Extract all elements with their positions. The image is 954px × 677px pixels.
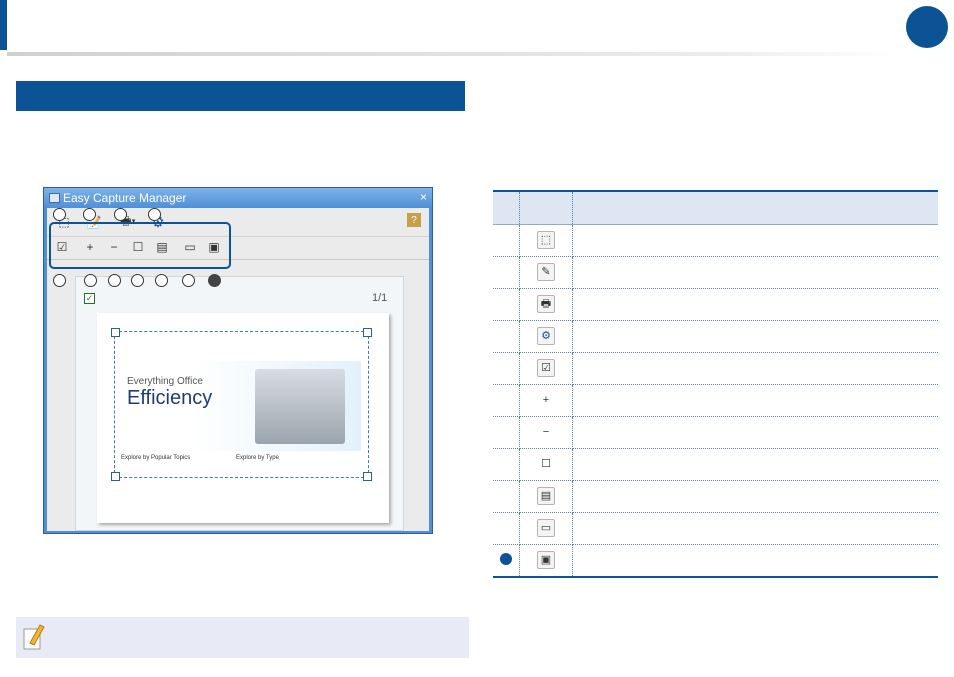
table-row: ✎	[493, 256, 938, 289]
toolbar-highlight-frame	[49, 222, 231, 269]
captured-page-preview: Everything Office Efficiency Explore by …	[97, 313, 389, 523]
resize-handle[interactable]	[111, 328, 120, 337]
save-icon: ▣	[537, 551, 555, 570]
callout-marker	[53, 208, 66, 221]
table-header-cell	[519, 190, 573, 225]
fit-page-icon: ☐	[541, 458, 551, 471]
window-titlebar[interactable]: Easy Capture Manager ×	[44, 188, 432, 208]
table-row: ▭	[493, 512, 938, 545]
table-row: ☑	[493, 352, 938, 385]
table-row: ⚙	[493, 320, 938, 353]
header-rule	[7, 52, 897, 56]
page-setup-icon: ▤	[537, 487, 555, 506]
callout-marker	[114, 208, 127, 221]
preview-canvas: ✓ 1/1 Everything Office Efficiency Explo…	[75, 276, 404, 531]
settings-gear-icon: ⚙	[537, 327, 555, 346]
table-header-cell	[493, 190, 520, 225]
table-row: ⬚	[493, 224, 938, 257]
resize-handle[interactable]	[363, 472, 372, 481]
row-marker-dot	[500, 552, 512, 565]
window-title: Easy Capture Manager	[63, 191, 187, 205]
zoom-in-icon: +	[542, 394, 550, 407]
callout-marker	[83, 208, 96, 221]
page-counter: 1/1	[372, 292, 388, 304]
note-box	[16, 617, 469, 658]
capture-selection-box[interactable]	[111, 328, 372, 481]
callout-marker	[53, 274, 66, 287]
open-folder-icon: ▭	[537, 519, 555, 538]
capture-area-icon: ⬚	[537, 231, 555, 250]
note-pencil-icon	[23, 624, 45, 650]
table-row: ▣	[493, 544, 938, 578]
resize-handle[interactable]	[111, 472, 120, 481]
callout-marker	[108, 274, 121, 287]
table-row: 🖶	[493, 288, 938, 321]
table-header-row	[493, 190, 938, 225]
app-icon	[49, 193, 60, 203]
table-row: ☐	[493, 448, 938, 481]
callout-marker	[148, 208, 161, 221]
help-icon[interactable]: ?	[407, 213, 421, 227]
easy-capture-manager-window: Easy Capture Manager × ⬚ 📝 🖶▾ ⚙ ? ☑ + − …	[43, 187, 433, 534]
print-icon: 🖶	[537, 295, 555, 314]
table-row: ▤	[493, 480, 938, 513]
table-row: +	[493, 384, 938, 417]
header-accent-bar	[0, 0, 7, 50]
resize-handle[interactable]	[363, 328, 372, 337]
checkbox-icon: ☑	[537, 359, 555, 378]
callout-marker	[182, 274, 195, 287]
icon-reference-table: ⬚ ✎ 🖶 ⚙ ☑ + − ☐ ▤ ▭ ▣	[493, 190, 938, 578]
notepad-icon: ✎	[537, 263, 555, 282]
zoom-out-icon: −	[542, 426, 550, 439]
callout-marker	[208, 274, 221, 287]
callout-marker	[155, 274, 168, 287]
callout-marker	[84, 274, 97, 287]
table-row: −	[493, 416, 938, 449]
page-number-badge	[906, 6, 948, 48]
page-select-checkbox[interactable]: ✓	[84, 293, 95, 304]
section-title-bar	[16, 81, 465, 111]
table-header-cell	[572, 190, 938, 225]
callout-marker	[131, 274, 144, 287]
close-icon[interactable]: ×	[420, 190, 427, 204]
